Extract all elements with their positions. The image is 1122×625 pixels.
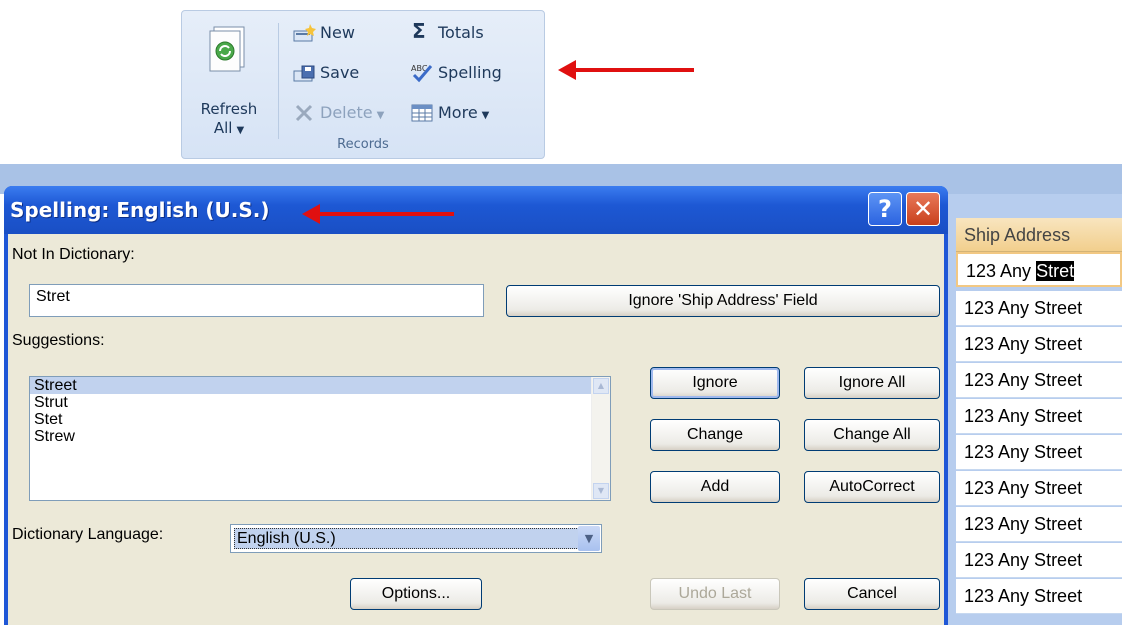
table-row[interactable]: 123 Any Street bbox=[956, 543, 1122, 578]
table-row[interactable]: 123 Any Street bbox=[956, 471, 1122, 506]
records-group-label: Records bbox=[337, 137, 389, 152]
dialog-title: Spelling: English (U.S.) bbox=[10, 198, 270, 222]
table-row[interactable]: 123 Any Street bbox=[956, 291, 1122, 326]
scroll-down-icon[interactable]: ▼ bbox=[593, 483, 609, 499]
not-in-dictionary-field[interactable]: Stret bbox=[29, 284, 484, 317]
change-button[interactable]: Change bbox=[650, 419, 780, 451]
spelling-icon: ABC bbox=[411, 64, 433, 83]
suggestions-list[interactable]: Street Strut Stet Strew ▲ ▼ bbox=[29, 376, 611, 501]
refresh-label-line2: All bbox=[213, 119, 233, 137]
dialog-title-bar[interactable]: Spelling: English (U.S.) ? ✕ bbox=[4, 186, 948, 234]
undo-last-button[interactable]: Undo Last bbox=[650, 578, 780, 610]
column-header-label: Ship Address bbox=[964, 225, 1071, 245]
annotation-arrow-title bbox=[302, 204, 454, 224]
table-row[interactable]: 123 Any Street bbox=[956, 507, 1122, 542]
save-record-label: Save bbox=[320, 63, 360, 82]
new-record-icon bbox=[293, 24, 316, 42]
table-row[interactable]: 123 Any Street bbox=[956, 579, 1122, 614]
ribbon-separator bbox=[278, 23, 279, 139]
options-button[interactable]: Options... bbox=[350, 578, 482, 610]
table-row[interactable]: 123 Any Street bbox=[956, 399, 1122, 434]
records-ribbon-group: Refresh All ▼ New Save Delete ▼ Σ Totals A… bbox=[181, 10, 545, 159]
list-item[interactable]: Stet bbox=[30, 411, 610, 428]
ignore-button[interactable]: Ignore bbox=[650, 367, 780, 399]
totals-label: Totals bbox=[438, 23, 484, 42]
dictionary-language-value: English (U.S.) bbox=[234, 528, 579, 549]
delete-icon bbox=[295, 104, 313, 122]
close-button[interactable]: ✕ bbox=[906, 192, 940, 226]
close-icon: ✕ bbox=[912, 195, 934, 223]
annotation-arrow-spelling bbox=[558, 60, 694, 80]
suggestions-label: Suggestions: bbox=[12, 332, 105, 349]
table-row[interactable]: 123 Any Street bbox=[956, 327, 1122, 362]
autocorrect-button[interactable]: AutoCorrect bbox=[804, 471, 940, 503]
change-all-button[interactable]: Change All bbox=[804, 419, 940, 451]
list-item-selected[interactable]: Street bbox=[30, 377, 610, 394]
list-item[interactable]: Strew bbox=[30, 428, 610, 445]
ship-address-column-header[interactable]: Ship Address bbox=[956, 218, 1122, 252]
more-label: More ▼ bbox=[438, 103, 490, 122]
cell-text: 123 Any bbox=[966, 261, 1037, 281]
more-icon bbox=[411, 104, 433, 122]
ignore-field-button[interactable]: Ignore 'Ship Address' Field bbox=[506, 285, 940, 317]
refresh-icon bbox=[209, 26, 245, 72]
dictionary-language-select[interactable]: English (U.S.) ▼ bbox=[230, 524, 602, 553]
table-row[interactable]: 123 Any Street bbox=[956, 435, 1122, 470]
spelling-label: Spelling bbox=[438, 63, 502, 82]
refresh-label-line1: Refresh bbox=[200, 100, 258, 118]
dropdown-arrow-icon: ▼ bbox=[236, 125, 245, 136]
spelling-dialog: Spelling: English (U.S.) ? ✕ Not In Dict… bbox=[4, 186, 948, 625]
dialog-body: Not In Dictionary: Stret Ignore 'Ship Ad… bbox=[8, 234, 944, 625]
new-record-label: New bbox=[320, 23, 355, 42]
dictionary-language-label: Dictionary Language: bbox=[12, 526, 164, 543]
chevron-down-icon[interactable]: ▼ bbox=[578, 526, 600, 551]
list-item[interactable]: Strut bbox=[30, 394, 610, 411]
help-button[interactable]: ? bbox=[868, 192, 902, 226]
add-button[interactable]: Add bbox=[650, 471, 780, 503]
delete-record-label: Delete ▼ bbox=[320, 103, 385, 122]
scroll-up-icon[interactable]: ▲ bbox=[593, 378, 609, 394]
totals-icon: Σ bbox=[412, 19, 426, 43]
not-in-dictionary-label: Not In Dictionary: bbox=[12, 246, 135, 263]
table-row[interactable]: 123 Any Street bbox=[956, 363, 1122, 398]
cancel-button[interactable]: Cancel bbox=[804, 578, 940, 610]
save-icon bbox=[293, 65, 315, 82]
help-icon: ? bbox=[878, 195, 892, 223]
table-row-active[interactable]: 123 Any Stret bbox=[956, 252, 1122, 287]
suggestions-scrollbar[interactable]: ▲ ▼ bbox=[591, 377, 610, 500]
ignore-all-button[interactable]: Ignore All bbox=[804, 367, 940, 399]
misspelled-word-highlight: Stret bbox=[1036, 261, 1075, 281]
refresh-all-button[interactable]: Refresh All ▼ bbox=[192, 23, 266, 139]
